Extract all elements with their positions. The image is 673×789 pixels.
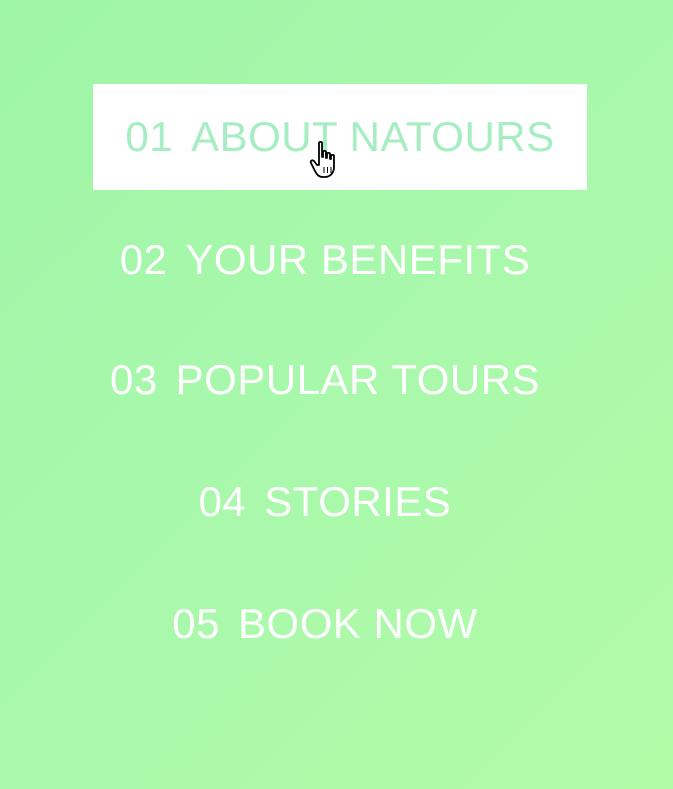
nav-item-label: ABOUT NATOURS — [191, 113, 555, 160]
nav-item-your-benefits[interactable]: 02 YOUR BENEFITS — [93, 230, 557, 290]
nav-item-book-now[interactable]: 05 BOOK NOW — [93, 594, 557, 654]
nav-item-label: BOOK NOW — [238, 600, 478, 647]
nav-item-label: POPULAR TOURS — [175, 356, 541, 403]
nav-item-label: YOUR BENEFITS — [185, 236, 531, 283]
nav-item-about-natours[interactable]: 01 ABOUT NATOURS — [93, 84, 587, 190]
nav-item-number: 01 — [125, 113, 174, 160]
navigation-menu: 01 ABOUT NATOURS 02 YOUR BENEFITS 03 POP… — [0, 0, 673, 789]
nav-item-number: 04 — [198, 478, 247, 525]
nav-item-number: 03 — [109, 356, 158, 403]
nav-item-stories[interactable]: 04 STORIES — [93, 472, 557, 532]
nav-item-label: STORIES — [264, 478, 452, 525]
nav-item-popular-tours[interactable]: 03 POPULAR TOURS — [93, 350, 557, 410]
nav-item-number: 05 — [172, 600, 221, 647]
nav-item-number: 02 — [119, 236, 168, 283]
